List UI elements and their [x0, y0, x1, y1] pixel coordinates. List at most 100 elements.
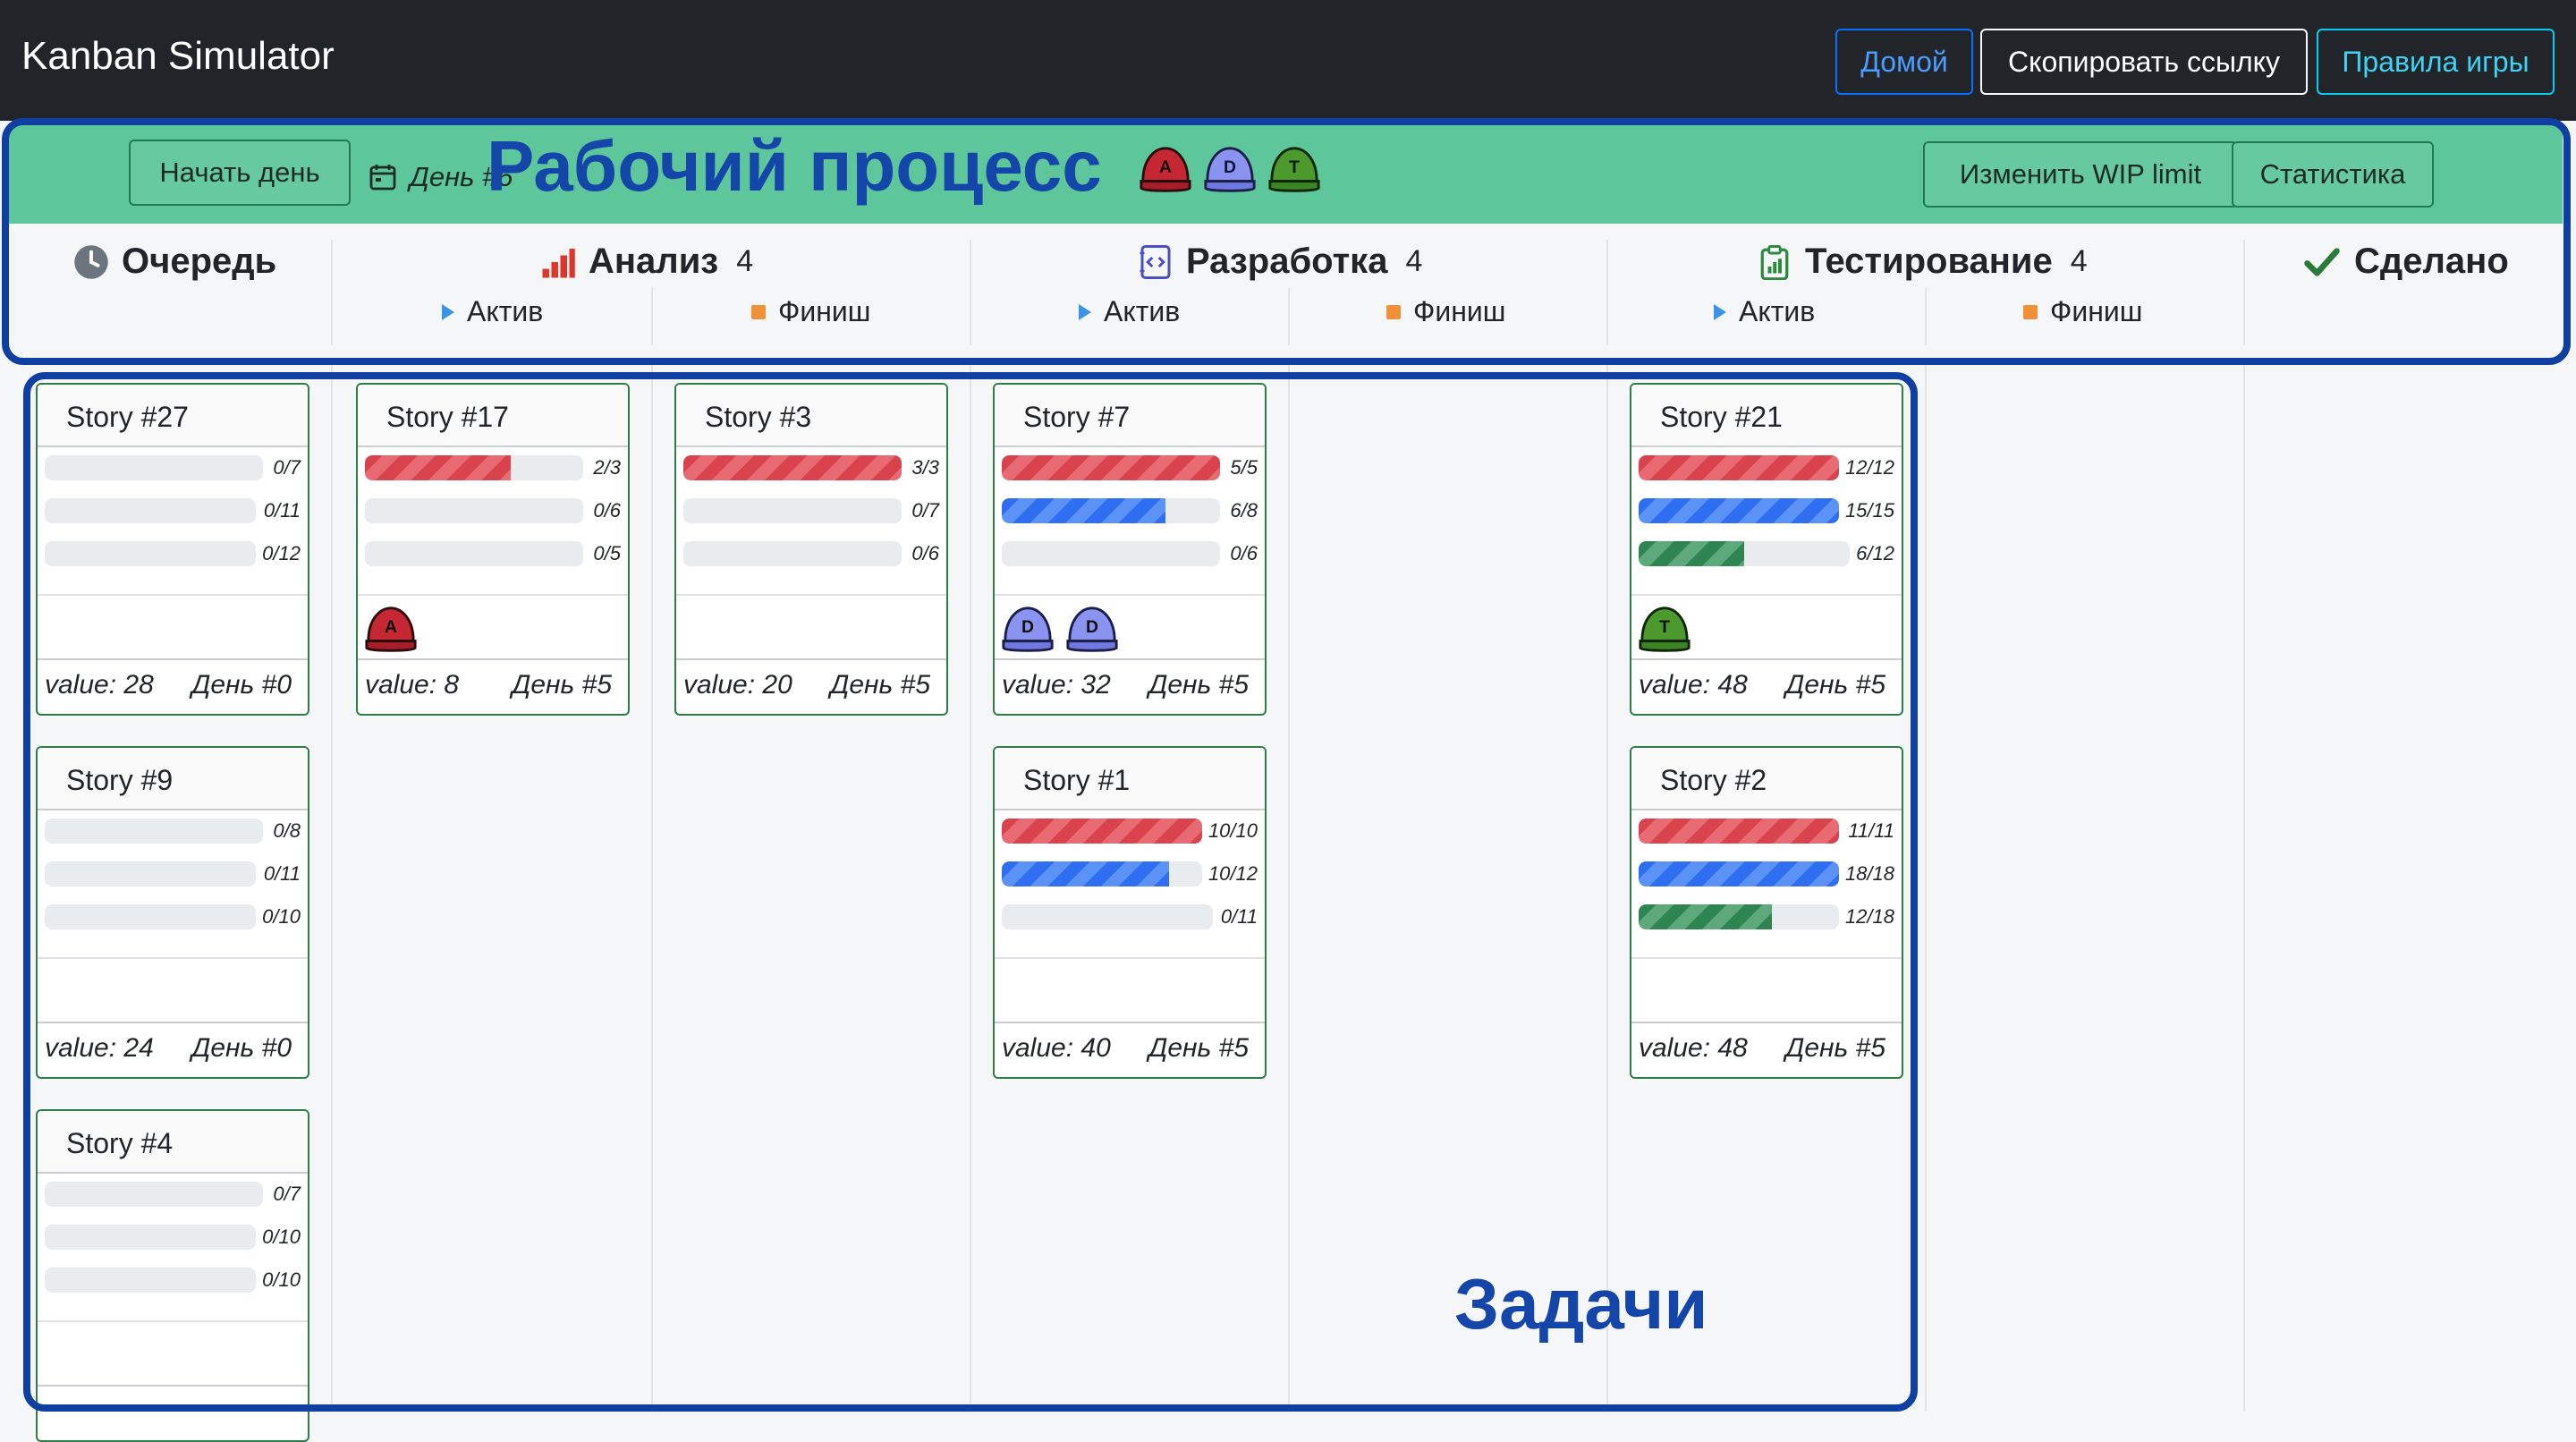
assigned-workers[interactable]: A — [358, 596, 628, 660]
analysis-progress-row: 12/12 — [1639, 454, 1894, 481]
progress-section: 2/3 0/6 0/5 — [358, 447, 628, 596]
analysis-active-label: Актив — [467, 295, 544, 327]
progress-count: 0/7 — [273, 456, 301, 479]
development-progress-row: 18/18 — [1639, 861, 1894, 887]
home-button[interactable]: Домой — [1835, 29, 1973, 95]
story-card[interactable]: Story #4 0/7 0/10 0/10 — [36, 1109, 309, 1442]
progress-bar — [45, 819, 263, 844]
progress-fill — [1639, 455, 1839, 480]
story-card[interactable]: Story #9 0/8 0/11 0/10 value: 24 День #0 — [36, 746, 309, 1079]
copy-link-button[interactable]: Скопировать ссылку — [1980, 29, 2308, 95]
assigned-workers[interactable]: T — [1631, 596, 1902, 660]
code-file-icon — [1140, 244, 1171, 279]
testing-progress-row: 0/5 — [365, 540, 621, 567]
worker-analyst-icon[interactable]: A — [1138, 143, 1193, 199]
start-day-button[interactable]: Начать день — [129, 140, 351, 206]
column-development-header: Разработка 4 — [1138, 242, 1422, 282]
progress-fill — [1002, 498, 1165, 523]
story-card[interactable]: Story #27 0/7 0/11 0/12 value: 28 День #0 — [36, 383, 309, 716]
development-progress-row: 6/8 — [1002, 497, 1258, 524]
statistics-button[interactable]: Статистика — [2232, 141, 2434, 208]
progress-count: 0/12 — [262, 542, 301, 564]
progress-count: 0/6 — [911, 542, 939, 564]
story-footer — [38, 1383, 308, 1440]
story-day: День #0 — [191, 1033, 292, 1063]
assigned-workers[interactable] — [995, 959, 1265, 1023]
development-progress-row: 0/6 — [365, 497, 621, 524]
progress-section: 12/12 15/15 6/12 — [1631, 447, 1902, 596]
progress-fill — [683, 455, 902, 480]
progress-fill — [1639, 861, 1839, 886]
assigned-workers[interactable] — [38, 596, 308, 660]
testing-active-label: Актив — [1739, 295, 1816, 327]
change-wip-button[interactable]: Изменить WIP limit — [1923, 141, 2238, 208]
assigned-workers[interactable] — [38, 1322, 308, 1387]
divider — [331, 240, 333, 345]
story-card[interactable]: Story #7 5/5 6/8 0/6 D Dvalue: 32 День #5 — [993, 383, 1267, 716]
development-progress-row: 15/15 — [1639, 497, 1894, 524]
divider — [1288, 288, 1290, 345]
navbar: Kanban Simulator Домой Скопировать ссылк… — [0, 0, 2576, 121]
column-done-header: Сделано — [2302, 242, 2509, 282]
divider — [2243, 240, 2245, 345]
rules-button[interactable]: Правила игры — [2317, 29, 2555, 95]
column-analysis-header: Анализ 4 — [540, 242, 753, 282]
progress-bar — [45, 904, 256, 929]
column-queue-header: Очередь — [73, 242, 276, 282]
progress-count: 6/8 — [1230, 499, 1258, 522]
progress-bar — [1639, 498, 1839, 523]
assigned-workers[interactable] — [1631, 959, 1902, 1023]
assigned-workers[interactable] — [38, 959, 308, 1023]
clock-icon — [74, 244, 108, 279]
development-active-label: Актив — [1104, 295, 1181, 327]
assigned-workers[interactable]: DD — [995, 596, 1265, 660]
story-footer: value: 48 День #5 — [1631, 1020, 1902, 1077]
story-card[interactable]: Story #21 12/12 15/15 6/12 Tvalue: 48 День #5 — [1630, 383, 1903, 716]
progress-count: 0/10 — [262, 905, 301, 928]
story-title: Story #1 — [995, 748, 1265, 810]
testing-finish-label: Финиш — [2050, 295, 2143, 327]
story-value: value: 24 — [45, 1033, 154, 1063]
divider — [1925, 288, 1927, 345]
development-progress-row: 0/10 — [45, 1224, 301, 1251]
story-card[interactable]: Story #3 3/3 0/7 0/6 value: 20 День #5 — [674, 383, 948, 716]
column-divider — [1606, 358, 1608, 1412]
play-icon — [1079, 303, 1091, 320]
worker-cap-icon[interactable]: D — [1000, 603, 1055, 658]
analysis-progress-row: 0/8 — [45, 818, 301, 844]
column-done-title: Сделано — [2354, 242, 2509, 281]
bar-chart-icon — [542, 248, 575, 277]
progress-bar — [683, 455, 902, 480]
testing-progress-row: 0/10 — [45, 903, 301, 930]
play-icon — [442, 303, 454, 320]
progress-fill — [1639, 904, 1773, 929]
column-analysis-wip: 4 — [736, 244, 754, 278]
worker-developer-icon[interactable]: D — [1202, 143, 1258, 199]
story-day: День #5 — [1785, 670, 1885, 700]
progress-count: 10/12 — [1208, 862, 1258, 885]
story-card[interactable]: Story #17 2/3 0/6 0/5 Avalue: 8 День #5 — [356, 383, 630, 716]
progress-count: 0/11 — [263, 499, 301, 522]
progress-fill — [1002, 819, 1202, 844]
worker-cap-icon[interactable]: A — [363, 603, 419, 658]
story-value: value: 40 — [1002, 1033, 1111, 1063]
progress-bar — [1639, 819, 1839, 844]
story-card[interactable]: Story #1 10/10 10/12 0/11 value: 40 День #5 — [993, 746, 1267, 1079]
divider — [651, 288, 653, 345]
worker-cap-icon[interactable]: D — [1064, 603, 1120, 658]
story-card[interactable]: Story #2 11/11 18/18 12/18 value: 48 День #5 — [1630, 746, 1903, 1079]
worker-cap-letter: T — [1659, 617, 1670, 637]
worker-cap-icon[interactable]: T — [1637, 603, 1692, 658]
development-finish-label: Финиш — [1413, 295, 1506, 327]
worker-tester-icon[interactable]: T — [1267, 143, 1322, 199]
progress-count: 0/6 — [593, 499, 621, 522]
progress-count: 12/18 — [1844, 905, 1894, 928]
play-icon — [1714, 303, 1726, 320]
brand-title[interactable]: Kanban Simulator — [21, 34, 335, 79]
progress-count: 0/10 — [262, 1226, 301, 1248]
clipboard-chart-icon — [1760, 244, 1789, 280]
progress-count: 0/10 — [262, 1268, 301, 1291]
assigned-workers[interactable] — [676, 596, 946, 660]
progress-count: 18/18 — [1844, 862, 1894, 885]
progress-bar — [1639, 861, 1839, 886]
